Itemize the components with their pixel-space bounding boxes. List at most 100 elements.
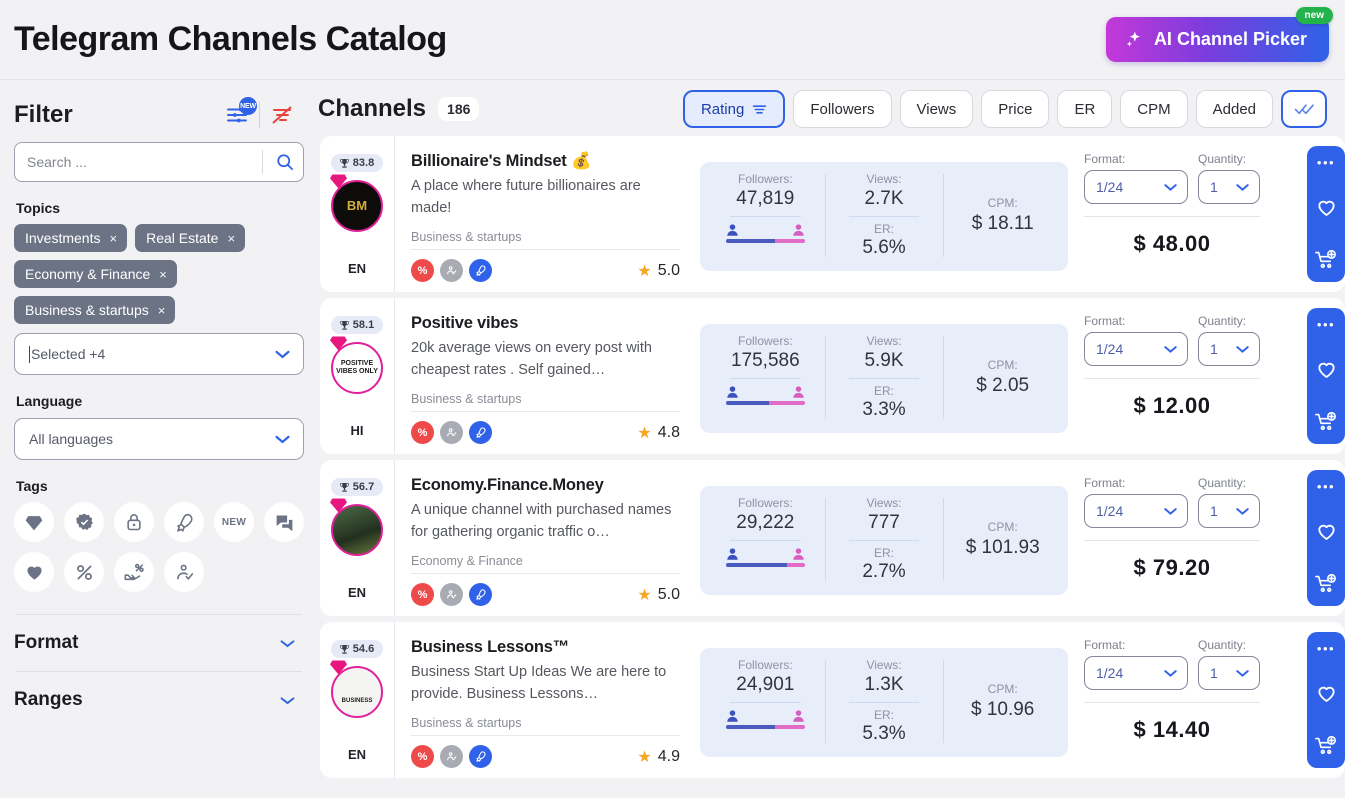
add-to-cart-button[interactable] xyxy=(1314,572,1338,594)
channels-count-badge: 186 xyxy=(438,97,479,121)
search-input[interactable] xyxy=(27,154,262,170)
format-select[interactable]: 1/24 xyxy=(1084,332,1188,366)
double-check-button[interactable] xyxy=(1281,90,1327,128)
format-select[interactable]: 1/24 xyxy=(1084,170,1188,204)
gem-icon[interactable] xyxy=(14,502,54,542)
sort-tab-followers[interactable]: Followers xyxy=(793,90,891,128)
sort-tab-er[interactable]: ER xyxy=(1057,90,1112,128)
percent-icon[interactable] xyxy=(64,552,104,592)
channel-card[interactable]: 54.6 BUSINESS EN Business Lessons™ Bus xyxy=(320,622,1345,778)
boost-badge xyxy=(469,745,492,768)
card-action-rail: ••• xyxy=(1307,308,1345,444)
more-options-button[interactable]: ••• xyxy=(1317,160,1335,166)
format-value: 1/24 xyxy=(1096,665,1123,681)
quantity-select[interactable]: 1 xyxy=(1198,170,1260,204)
sort-tab-label: Added xyxy=(1213,101,1256,118)
chevron-down-icon[interactable] xyxy=(1235,668,1250,678)
more-options-button[interactable]: ••• xyxy=(1317,322,1335,328)
remove-icon[interactable]: × xyxy=(158,303,166,318)
quantity-select[interactable]: 1 xyxy=(1198,332,1260,366)
quantity-select[interactable]: 1 xyxy=(1198,494,1260,528)
chevron-down-icon[interactable] xyxy=(1163,506,1178,516)
chevron-down-icon[interactable] xyxy=(1235,344,1250,354)
clear-filter-icon[interactable] xyxy=(260,99,304,131)
chevron-down-icon[interactable] xyxy=(1235,506,1250,516)
channel-card[interactable]: 83.8 BM EN Billionaire's Mindset 💰 A xyxy=(320,136,1345,292)
topic-chip[interactable]: Real Estate × xyxy=(135,224,245,252)
followers-label: Followers: xyxy=(716,658,815,672)
stat-divider xyxy=(849,378,920,379)
favorite-button[interactable] xyxy=(1315,683,1338,704)
format-group: Format: 1/24 xyxy=(1084,638,1188,690)
favorite-button[interactable] xyxy=(1315,197,1338,218)
stats-box: Followers: 175,586 xyxy=(700,324,1068,433)
discount-badge: % xyxy=(411,259,434,282)
topic-chip[interactable]: Business & startups × xyxy=(14,296,175,324)
quantity-group: Quantity: 1 xyxy=(1198,152,1260,204)
format-select[interactable]: 1/24 xyxy=(1084,494,1188,528)
add-to-cart-button[interactable] xyxy=(1314,410,1338,432)
favorite-button[interactable] xyxy=(1315,521,1338,542)
format-select[interactable]: 1/24 xyxy=(1084,656,1188,690)
sort-tab-price[interactable]: Price xyxy=(981,90,1049,128)
verified-check-icon[interactable] xyxy=(164,552,204,592)
female-icon xyxy=(792,547,805,561)
channel-rating-value: 4.9 xyxy=(658,748,680,766)
channel-name[interactable]: Business Lessons™ xyxy=(411,638,680,657)
topic-chip[interactable]: Economy & Finance × xyxy=(14,260,177,288)
quantity-select[interactable]: 1 xyxy=(1198,656,1260,690)
channel-purchase: Format: 1/24 Quantity: 1 xyxy=(1074,460,1290,616)
rocket-icon[interactable] xyxy=(164,502,204,542)
search-icon[interactable] xyxy=(271,152,299,172)
filter-section-format[interactable]: Format xyxy=(14,615,304,671)
topics-select[interactable]: Selected +4 xyxy=(14,333,304,375)
comments-icon[interactable] xyxy=(264,502,304,542)
views-value: 2.7K xyxy=(835,188,934,210)
remove-icon[interactable]: × xyxy=(227,231,235,246)
chevron-down-icon[interactable] xyxy=(274,348,291,360)
topic-chip-label: Investments xyxy=(25,230,100,246)
channel-name[interactable]: Economy.Finance.Money xyxy=(411,476,680,495)
er-label: ER: xyxy=(835,222,934,236)
search-box[interactable] xyxy=(14,142,304,182)
language-select[interactable]: All languages xyxy=(14,418,304,460)
remove-icon[interactable]: × xyxy=(109,231,117,246)
more-options-button[interactable]: ••• xyxy=(1317,646,1335,652)
chevron-down-icon[interactable] xyxy=(279,638,296,649)
sort-tab-cpm[interactable]: CPM xyxy=(1120,90,1187,128)
add-to-cart-button[interactable] xyxy=(1314,734,1338,756)
channel-category: Business & startups xyxy=(411,392,680,406)
new-label-icon[interactable]: NEW xyxy=(214,502,254,542)
more-options-button[interactable]: ••• xyxy=(1317,484,1335,490)
sort-tab-added[interactable]: Added xyxy=(1196,90,1273,128)
lock-icon[interactable] xyxy=(114,502,154,542)
chevron-down-icon[interactable] xyxy=(1163,182,1178,192)
quantity-value: 1 xyxy=(1210,179,1218,195)
discount-badge: % xyxy=(411,421,434,444)
verified-badge-icon[interactable] xyxy=(64,502,104,542)
sort-tab-rating[interactable]: Rating xyxy=(683,90,785,128)
remove-icon[interactable]: × xyxy=(159,267,167,282)
add-to-cart-button[interactable] xyxy=(1314,248,1338,270)
female-icon xyxy=(792,709,805,723)
chevron-down-icon[interactable] xyxy=(1163,668,1178,678)
advanced-filter-icon[interactable]: NEW xyxy=(215,99,259,131)
filter-section-ranges[interactable]: Ranges xyxy=(14,672,304,728)
views-stat: Views: 777 ER: 2.7% xyxy=(825,496,944,583)
channel-card[interactable]: 56.7 EN Economy.Finance.Money A unique c… xyxy=(320,460,1345,616)
channel-name[interactable]: Positive vibes xyxy=(411,314,680,333)
heart-icon[interactable] xyxy=(14,552,54,592)
chevron-down-icon[interactable] xyxy=(1235,182,1250,192)
channel-name[interactable]: Billionaire's Mindset 💰 xyxy=(411,152,680,171)
ai-channel-picker-button[interactable]: AI Channel Picker xyxy=(1106,17,1329,62)
channel-card[interactable]: 58.1 POSITIVE VIBES ONLY HI Positive vib… xyxy=(320,298,1345,454)
hand-discount-icon[interactable] xyxy=(114,552,154,592)
channel-purchase: Format: 1/24 Quantity: 1 xyxy=(1074,622,1290,778)
chevron-down-icon[interactable] xyxy=(279,695,296,706)
topic-chip[interactable]: Investments × xyxy=(14,224,127,252)
female-bar xyxy=(775,239,805,243)
sort-tab-views[interactable]: Views xyxy=(900,90,974,128)
chevron-down-icon[interactable] xyxy=(274,433,291,445)
favorite-button[interactable] xyxy=(1315,359,1338,380)
chevron-down-icon[interactable] xyxy=(1163,344,1178,354)
